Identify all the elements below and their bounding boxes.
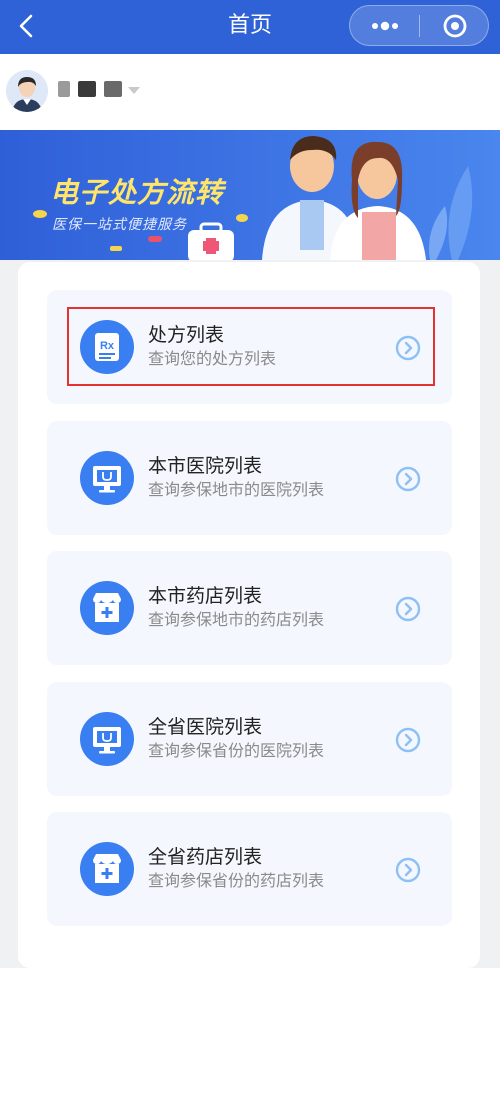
banner-subtitle: 医保一站式便捷服务 [52,217,187,233]
menu-item-title: 全省药店列表 [148,846,263,868]
avatar [6,70,48,112]
dropdown-arrow-icon[interactable] [128,87,140,94]
top-nav-bar: 首页 [0,0,500,54]
hospital-monitor-icon [80,451,134,505]
redacted-name [58,81,124,99]
menu-item-title: 全省医院列表 [148,716,263,738]
pharmacy-store-icon [80,581,134,635]
more-dots-icon [372,21,398,31]
menu-item-subtitle: 查询参保地市的医院列表 [148,480,325,499]
menu-item-title: 本市医院列表 [148,455,263,477]
mini-program-capsule [349,5,489,46]
chevron-right-circle-icon [394,595,422,623]
more-button[interactable] [350,6,419,45]
menu-item-province-pharmacies[interactable]: 全省药店列表 查询参保省份的药店列表 [47,812,452,926]
hospital-monitor-icon [80,712,134,766]
user-bar[interactable] [0,54,500,130]
banner-title: 电子处方流转 [50,176,225,209]
pharmacy-store-icon [80,842,134,896]
close-button[interactable] [420,6,488,45]
user-avatar-icon [6,70,48,112]
chevron-right-circle-icon [394,856,422,884]
menu-item-subtitle: 查询参保地市的药店列表 [148,610,325,629]
target-close-icon [443,14,467,38]
menu-item-title: 本市药店列表 [148,585,263,607]
menu-item-city-pharmacies[interactable]: 本市药店列表 查询参保地市的药店列表 [47,551,452,665]
menu-item-subtitle: 查询参保省份的药店列表 [148,871,325,890]
menu-item-subtitle: 查询参保省份的医院列表 [148,741,325,760]
menu-item-province-hospitals[interactable]: 全省医院列表 查询参保省份的医院列表 [47,682,452,796]
menu-item-city-hospitals[interactable]: 本市医院列表 查询参保地市的医院列表 [47,421,452,535]
banner: 电子处方流转 医保一站式便捷服务 [0,130,500,260]
chevron-right-circle-icon [394,465,422,493]
highlight-box [67,307,435,386]
chevron-right-circle-icon [394,726,422,754]
